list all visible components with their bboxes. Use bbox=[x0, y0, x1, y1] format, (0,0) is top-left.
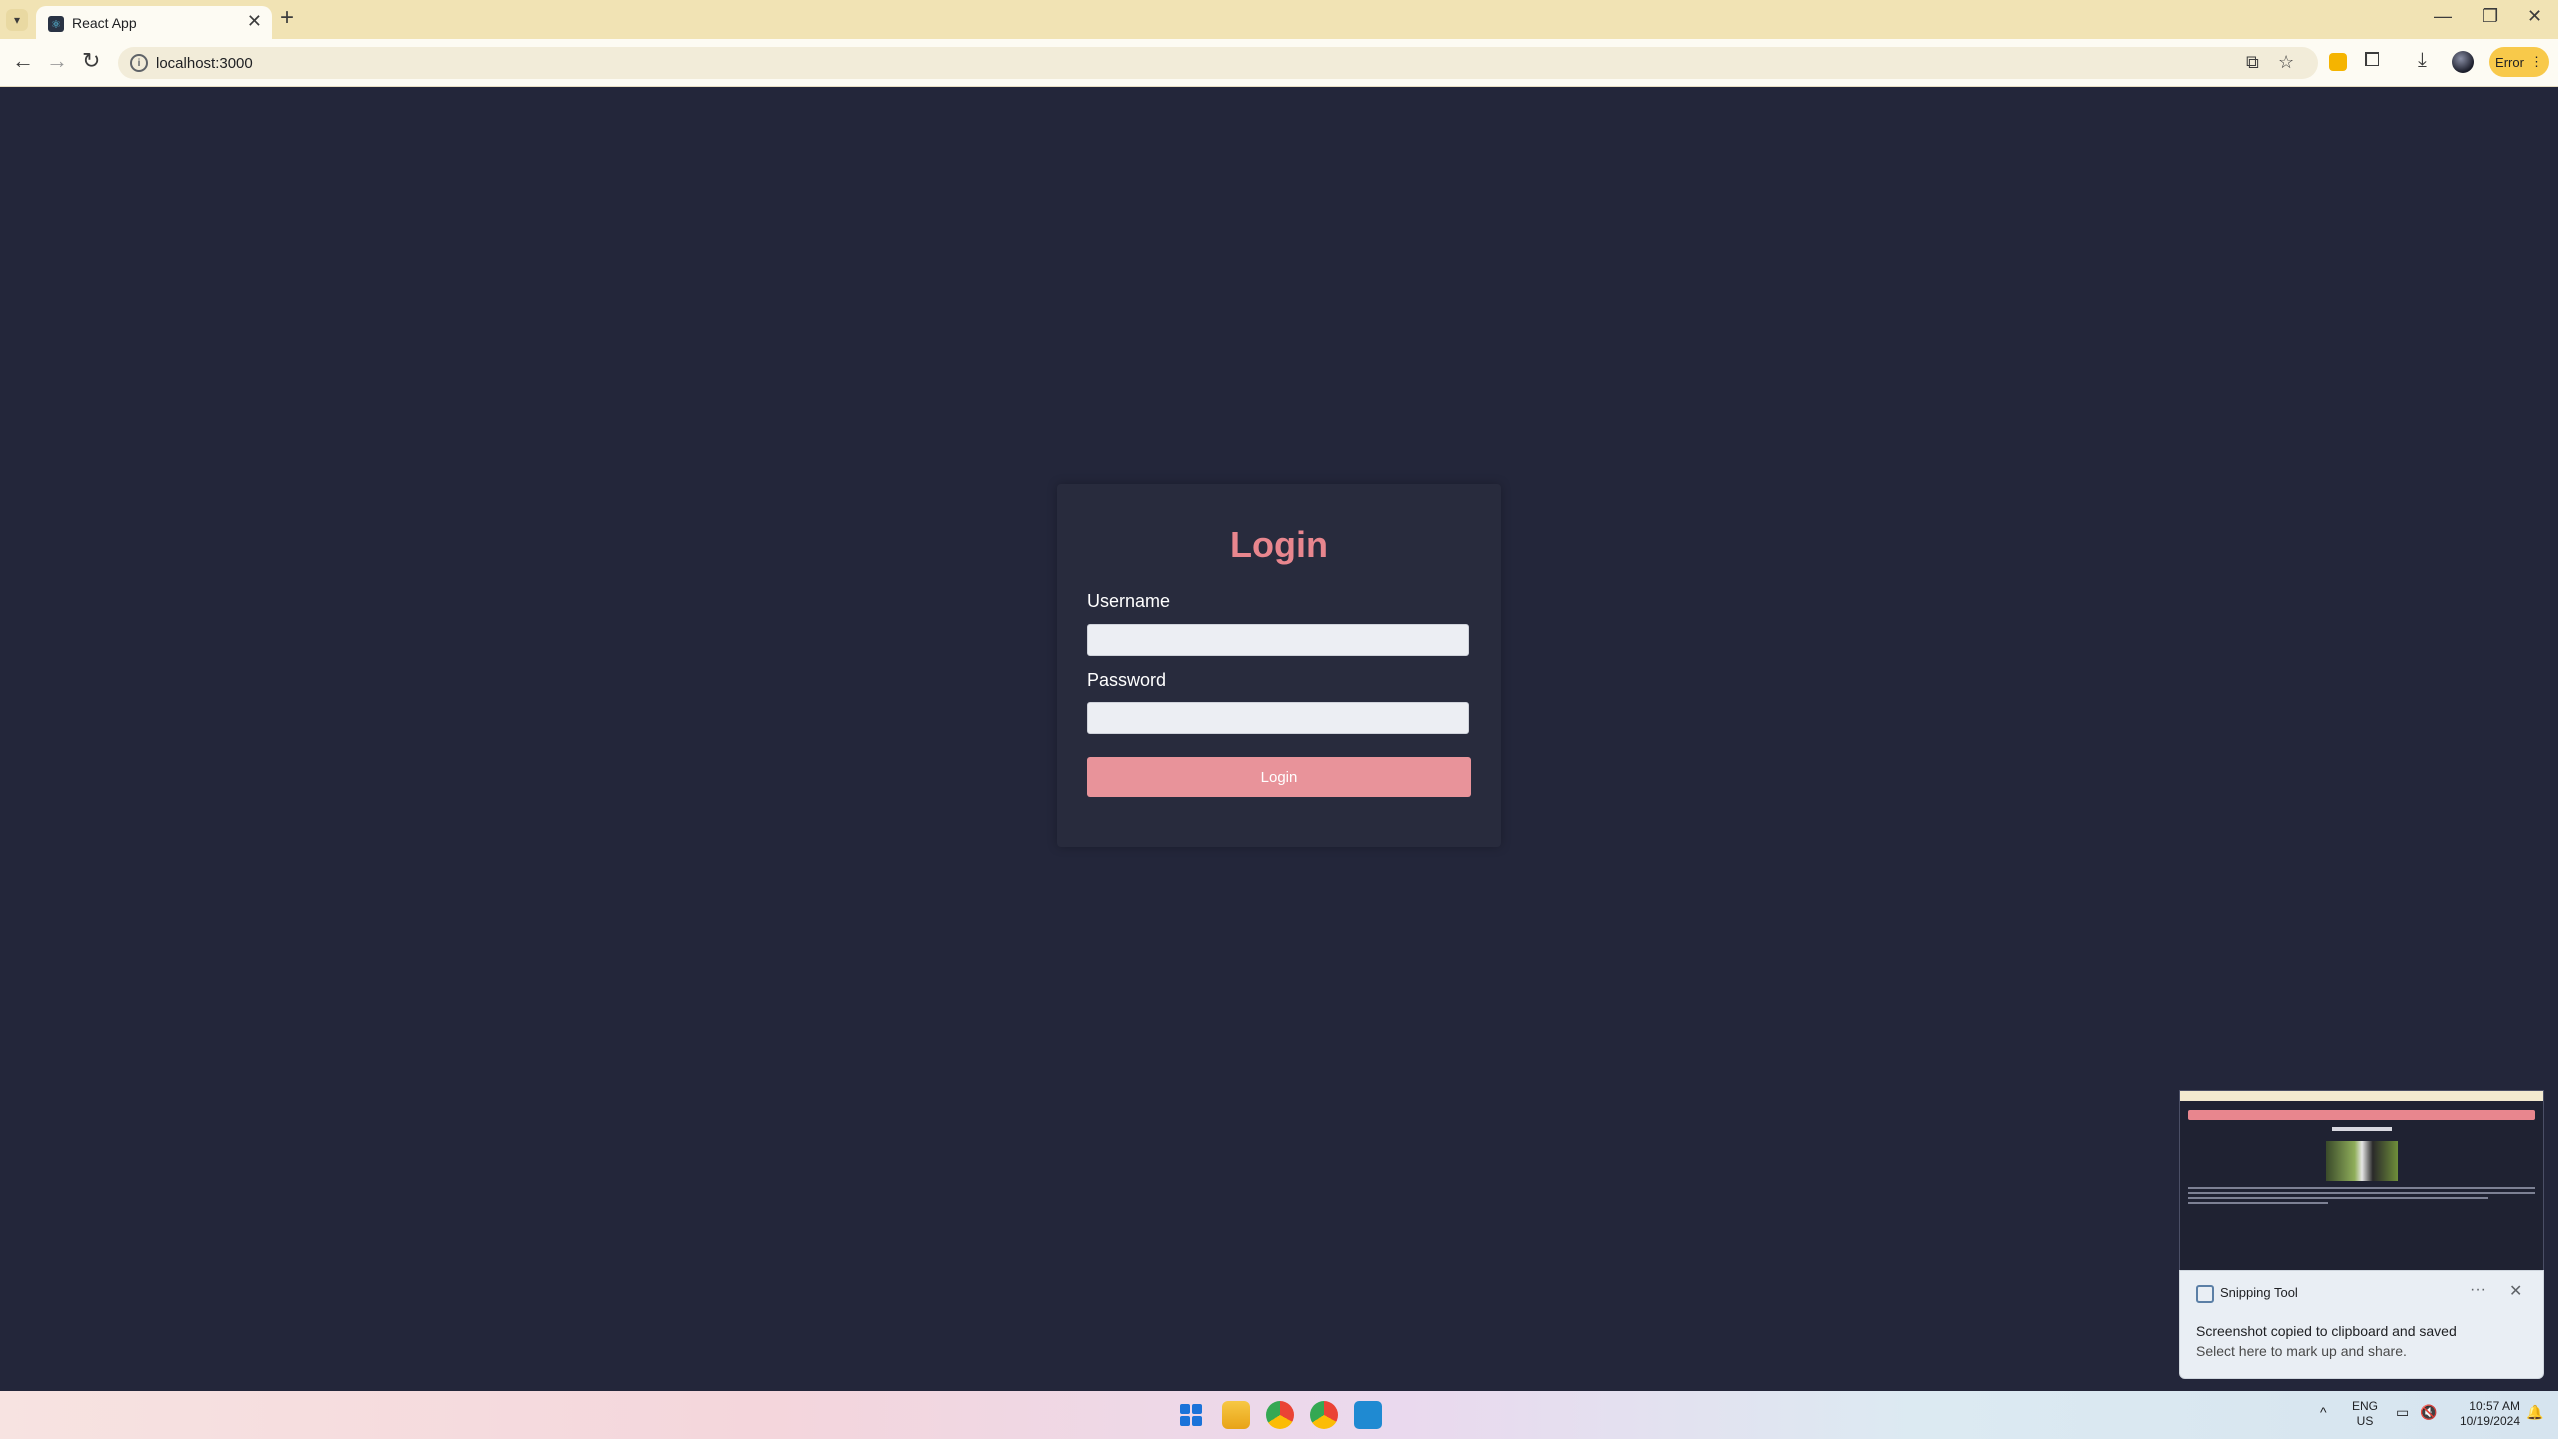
language-indicator[interactable]: ENG US bbox=[2352, 1399, 2378, 1429]
browser-toolbar: ← → ↻ i localhost:3000 ⧉ ☆ ⧠ ⤓ Error ⋮ bbox=[0, 39, 2558, 87]
page-content: Login Username Password Login bbox=[0, 87, 2558, 1391]
password-label: Password bbox=[1087, 670, 1167, 690]
tab-close-icon[interactable]: ✕ bbox=[247, 11, 262, 32]
windows-start-icon[interactable] bbox=[1177, 1401, 1205, 1429]
clock-date: 10/19/2024 bbox=[2459, 1414, 2520, 1428]
vscode-icon[interactable] bbox=[1354, 1401, 1382, 1429]
username-label: Username bbox=[1087, 591, 1171, 611]
notification-sub-message: Select here to mark up and share. bbox=[2196, 1343, 2407, 1359]
chrome-icon[interactable] bbox=[1266, 1401, 1294, 1429]
thumbnail-text-line bbox=[2188, 1192, 2535, 1194]
avatar[interactable] bbox=[2452, 51, 2474, 73]
thumbnail-navbar bbox=[2188, 1110, 2535, 1120]
username-input[interactable] bbox=[1087, 624, 1469, 656]
react-favicon: ⚛ bbox=[48, 16, 64, 32]
kebab-menu-icon: ⋮ bbox=[2529, 54, 2543, 69]
close-notification-icon[interactable]: ✕ bbox=[2509, 1281, 2522, 1301]
login-title: Login bbox=[1230, 524, 1328, 565]
thumbnail-text-line bbox=[2188, 1187, 2535, 1189]
notification-app-name: Snipping Tool bbox=[2220, 1285, 2298, 1300]
chevron-up-icon[interactable]: ^ bbox=[2320, 1405, 2327, 1420]
restore-button[interactable]: ❐ bbox=[2482, 6, 2498, 27]
error-label: Error bbox=[2495, 54, 2524, 70]
password-input[interactable] bbox=[1087, 702, 1469, 734]
clock[interactable]: 10:57 AM 10/19/2024 bbox=[2448, 1399, 2520, 1429]
puzzle-icon[interactable]: ⧠ bbox=[2364, 49, 2380, 72]
address-bar[interactable]: i localhost:3000 ⧉ ☆ bbox=[118, 47, 2318, 79]
bell-icon[interactable]: 🔔 bbox=[2526, 1405, 2543, 1420]
login-button[interactable]: Login bbox=[1087, 757, 1471, 797]
snipping-tool-notification[interactable]: Snipping Tool ··· ✕ Screenshot copied to… bbox=[2179, 1270, 2544, 1379]
login-card: Login Username Password Login bbox=[1057, 484, 1501, 847]
minimize-button[interactable]: — bbox=[2434, 6, 2452, 27]
install-icon[interactable]: ⧉ bbox=[2246, 52, 2259, 73]
chrome-profile-icon[interactable] bbox=[1310, 1401, 1338, 1429]
site-info-icon[interactable]: i bbox=[130, 54, 148, 72]
snipping-tool-icon bbox=[2196, 1285, 2214, 1303]
star-icon[interactable]: ☆ bbox=[2278, 52, 2294, 73]
clock-time: 10:57 AM bbox=[2469, 1399, 2520, 1413]
thumbnail-text-line bbox=[2188, 1197, 2488, 1199]
reload-icon[interactable]: ↻ bbox=[82, 48, 100, 74]
thumbnail-titlebar bbox=[2180, 1091, 2543, 1101]
thumbnail-heading bbox=[2180, 1127, 2543, 1131]
tab-strip: ▾ ⚛ React App ✕ + — ❐ ✕ bbox=[0, 0, 2558, 39]
forward-icon[interactable]: → bbox=[46, 48, 68, 74]
taskbar: ^ ENG US ▭ 🔇 10:57 AM 10/19/2024 🔔 bbox=[0, 1391, 2558, 1439]
notification-message: Screenshot copied to clipboard and saved bbox=[2196, 1323, 2457, 1339]
language-label: ENG bbox=[2352, 1399, 2379, 1413]
thumbnail-text-line bbox=[2188, 1202, 2328, 1204]
file-explorer-icon[interactable] bbox=[1222, 1401, 1250, 1429]
thumbnail-image bbox=[2326, 1141, 2398, 1181]
network-icon[interactable]: ▭ bbox=[2396, 1405, 2409, 1420]
tab-react-app[interactable]: ⚛ React App ✕ bbox=[36, 6, 272, 39]
back-icon[interactable]: ← bbox=[12, 48, 34, 74]
volume-muted-icon[interactable]: 🔇 bbox=[2420, 1405, 2437, 1420]
download-icon[interactable]: ⤓ bbox=[2418, 49, 2427, 72]
close-window-button[interactable]: ✕ bbox=[2527, 6, 2542, 27]
screenshot-thumbnail[interactable] bbox=[2179, 1090, 2544, 1272]
url-text[interactable]: localhost:3000 bbox=[156, 55, 253, 72]
error-button[interactable]: Error ⋮ bbox=[2489, 47, 2549, 77]
region-label: US bbox=[2356, 1414, 2374, 1428]
extension-icon[interactable] bbox=[2329, 53, 2347, 71]
new-tab-button[interactable]: + bbox=[280, 4, 294, 32]
tab-menu-icon[interactable]: ▾ bbox=[6, 9, 28, 31]
tab-title: React App bbox=[72, 15, 137, 31]
more-options-icon[interactable]: ··· bbox=[2470, 1281, 2486, 1299]
